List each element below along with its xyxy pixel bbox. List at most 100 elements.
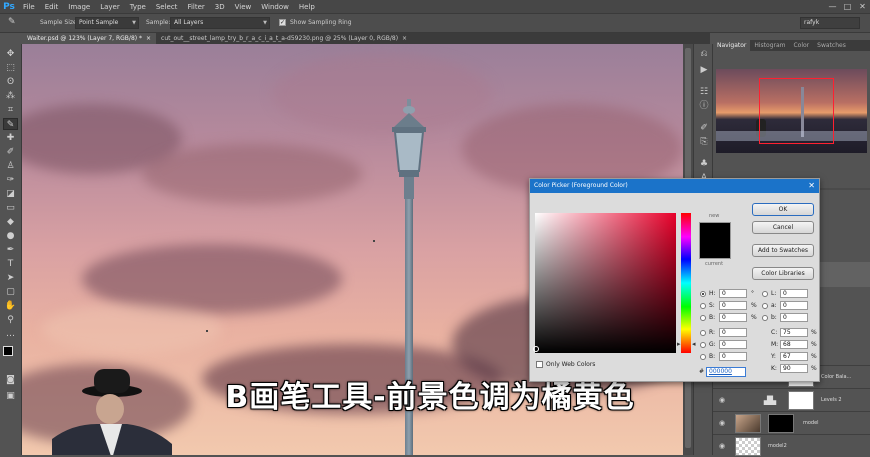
add-to-swatches-button[interactable]: Add to Swatches: [752, 244, 814, 257]
menu-image[interactable]: Image: [63, 0, 95, 14]
l-radio[interactable]: [762, 291, 768, 297]
l-field[interactable]: 0: [780, 289, 808, 298]
tab-waiter[interactable]: Waiter.psd @ 123% (Layer 7, RGB/8) * ×: [22, 33, 157, 44]
crop-tool-icon[interactable]: ⌗: [3, 104, 18, 116]
move-tool-icon[interactable]: ✥: [3, 48, 18, 60]
navigator-view-box[interactable]: [759, 78, 834, 144]
menu-select[interactable]: Select: [151, 0, 183, 14]
menu-layer[interactable]: Layer: [95, 0, 125, 14]
r-field[interactable]: 0: [719, 328, 747, 337]
gradient-tool-icon[interactable]: ▭: [3, 202, 18, 214]
saturation-brightness-field[interactable]: [535, 213, 676, 353]
healing-tool-icon[interactable]: ✚: [3, 132, 18, 144]
hex-field[interactable]: 000000: [706, 367, 746, 377]
g-radio[interactable]: [700, 342, 706, 348]
tab-street-lamp[interactable]: cut_out__street_lamp_try_b_r_a_c_i_a_t_a…: [156, 33, 412, 44]
bird: [206, 330, 208, 332]
menu-file[interactable]: File: [18, 0, 40, 14]
a-radio[interactable]: [762, 303, 768, 309]
properties-icon[interactable]: ☷: [696, 86, 712, 99]
minimize-button[interactable]: —: [825, 0, 840, 14]
eyedropper-icon[interactable]: ✎: [8, 17, 16, 27]
foreground-color-swatch[interactable]: [3, 346, 13, 356]
clone-source-icon[interactable]: ⎘: [696, 136, 712, 149]
shape-tool-icon[interactable]: ▢: [3, 286, 18, 298]
workspace-select[interactable]: rafyk: [800, 17, 860, 29]
eye-icon[interactable]: ◉: [719, 419, 725, 427]
eye-icon[interactable]: ◉: [719, 396, 725, 404]
history-icon[interactable]: ⎌: [696, 48, 712, 61]
maximize-button[interactable]: □: [840, 0, 855, 14]
menu-filter[interactable]: Filter: [182, 0, 209, 14]
menu-window[interactable]: Window: [256, 0, 294, 14]
s-radio[interactable]: [700, 303, 706, 309]
h-field[interactable]: 0: [719, 289, 747, 298]
r-radio[interactable]: [700, 330, 706, 336]
show-ring-checkbox[interactable]: ✓: [279, 19, 286, 26]
screen-mode-icon[interactable]: ▣: [3, 390, 18, 402]
more-tools-icon[interactable]: …: [3, 328, 18, 340]
menu-view[interactable]: View: [230, 0, 257, 14]
b-field[interactable]: 0: [719, 313, 747, 322]
sample-size-select[interactable]: Point Sample ▼: [75, 17, 139, 29]
lab-b-field[interactable]: 0: [780, 313, 808, 322]
info-icon[interactable]: ⓘ: [696, 100, 712, 113]
h-radio[interactable]: [700, 291, 706, 297]
layer-row-model2[interactable]: ◉ model2: [713, 434, 870, 457]
cancel-button[interactable]: Cancel: [752, 221, 814, 234]
pen-tool-icon[interactable]: ✒: [3, 244, 18, 256]
menu-type[interactable]: Type: [125, 0, 151, 14]
k-field[interactable]: 90: [780, 364, 808, 373]
only-web-colors-checkbox[interactable]: [536, 361, 543, 368]
hue-slider[interactable]: [681, 213, 691, 353]
path-select-icon[interactable]: ➤: [3, 272, 18, 284]
lasso-tool-icon[interactable]: ʘ: [3, 76, 18, 88]
eyedropper-tool-icon[interactable]: ✎: [3, 118, 18, 130]
layer-row-model[interactable]: ◉ model: [713, 411, 870, 434]
quick-select-tool-icon[interactable]: ⁂: [3, 90, 18, 102]
brush-panel-icon[interactable]: ✐: [696, 122, 712, 135]
lab-b-radio[interactable]: [762, 315, 768, 321]
close-icon[interactable]: ×: [402, 33, 407, 44]
history-brush-icon[interactable]: ✑: [3, 174, 18, 186]
tab-navigator[interactable]: Navigator: [713, 40, 751, 51]
s-field[interactable]: 0: [719, 301, 747, 310]
hand-tool-icon[interactable]: ✋: [3, 300, 18, 312]
stamp-tool-icon[interactable]: ♙: [3, 160, 18, 172]
blur-tool-icon[interactable]: ◆: [3, 216, 18, 228]
a-field[interactable]: 0: [780, 301, 808, 310]
color-libraries-button[interactable]: Color Libraries: [752, 267, 814, 280]
tab-color[interactable]: Color: [789, 40, 813, 51]
g-field[interactable]: 0: [719, 340, 747, 349]
eye-icon[interactable]: ◉: [719, 442, 725, 450]
zoom-tool-icon[interactable]: ⚲: [3, 314, 18, 326]
tab-histogram[interactable]: Histogram: [750, 40, 789, 51]
m-field[interactable]: 68: [780, 340, 808, 349]
hue-slider-left-arrow-icon[interactable]: ▸: [677, 340, 681, 348]
y-field[interactable]: 67: [780, 352, 808, 361]
eraser-tool-icon[interactable]: ◪: [3, 188, 18, 200]
layer-row-levels[interactable]: ◉ ▟▙ Levels 2: [713, 388, 870, 411]
tab-swatches[interactable]: Swatches: [813, 40, 850, 51]
type-tool-icon[interactable]: T: [3, 258, 18, 270]
hue-slider-right-arrow-icon[interactable]: ◂: [692, 340, 696, 348]
quick-mask-icon[interactable]: ◙: [3, 374, 18, 386]
color-marker-icon[interactable]: [533, 346, 539, 352]
close-window-button[interactable]: ✕: [855, 0, 870, 14]
sample-select[interactable]: All Layers ▼: [170, 17, 270, 29]
close-icon[interactable]: ×: [146, 33, 151, 44]
brush-tool-icon[interactable]: ✐: [3, 146, 18, 158]
marquee-tool-icon[interactable]: ⬚: [3, 62, 18, 74]
blue-radio[interactable]: [700, 354, 706, 360]
c-field[interactable]: 75: [780, 328, 808, 337]
menu-3d[interactable]: 3D: [210, 0, 230, 14]
close-icon[interactable]: ✕: [808, 179, 815, 193]
actions-play-icon[interactable]: ▶: [696, 64, 712, 77]
menu-edit[interactable]: Edit: [40, 0, 64, 14]
brush-presets-icon[interactable]: ♣: [696, 158, 712, 171]
dodge-tool-icon[interactable]: ●: [3, 230, 18, 242]
menu-help[interactable]: Help: [294, 0, 320, 14]
blue-field[interactable]: 0: [719, 352, 747, 361]
b-radio[interactable]: [700, 315, 706, 321]
ok-button[interactable]: OK: [752, 203, 814, 216]
